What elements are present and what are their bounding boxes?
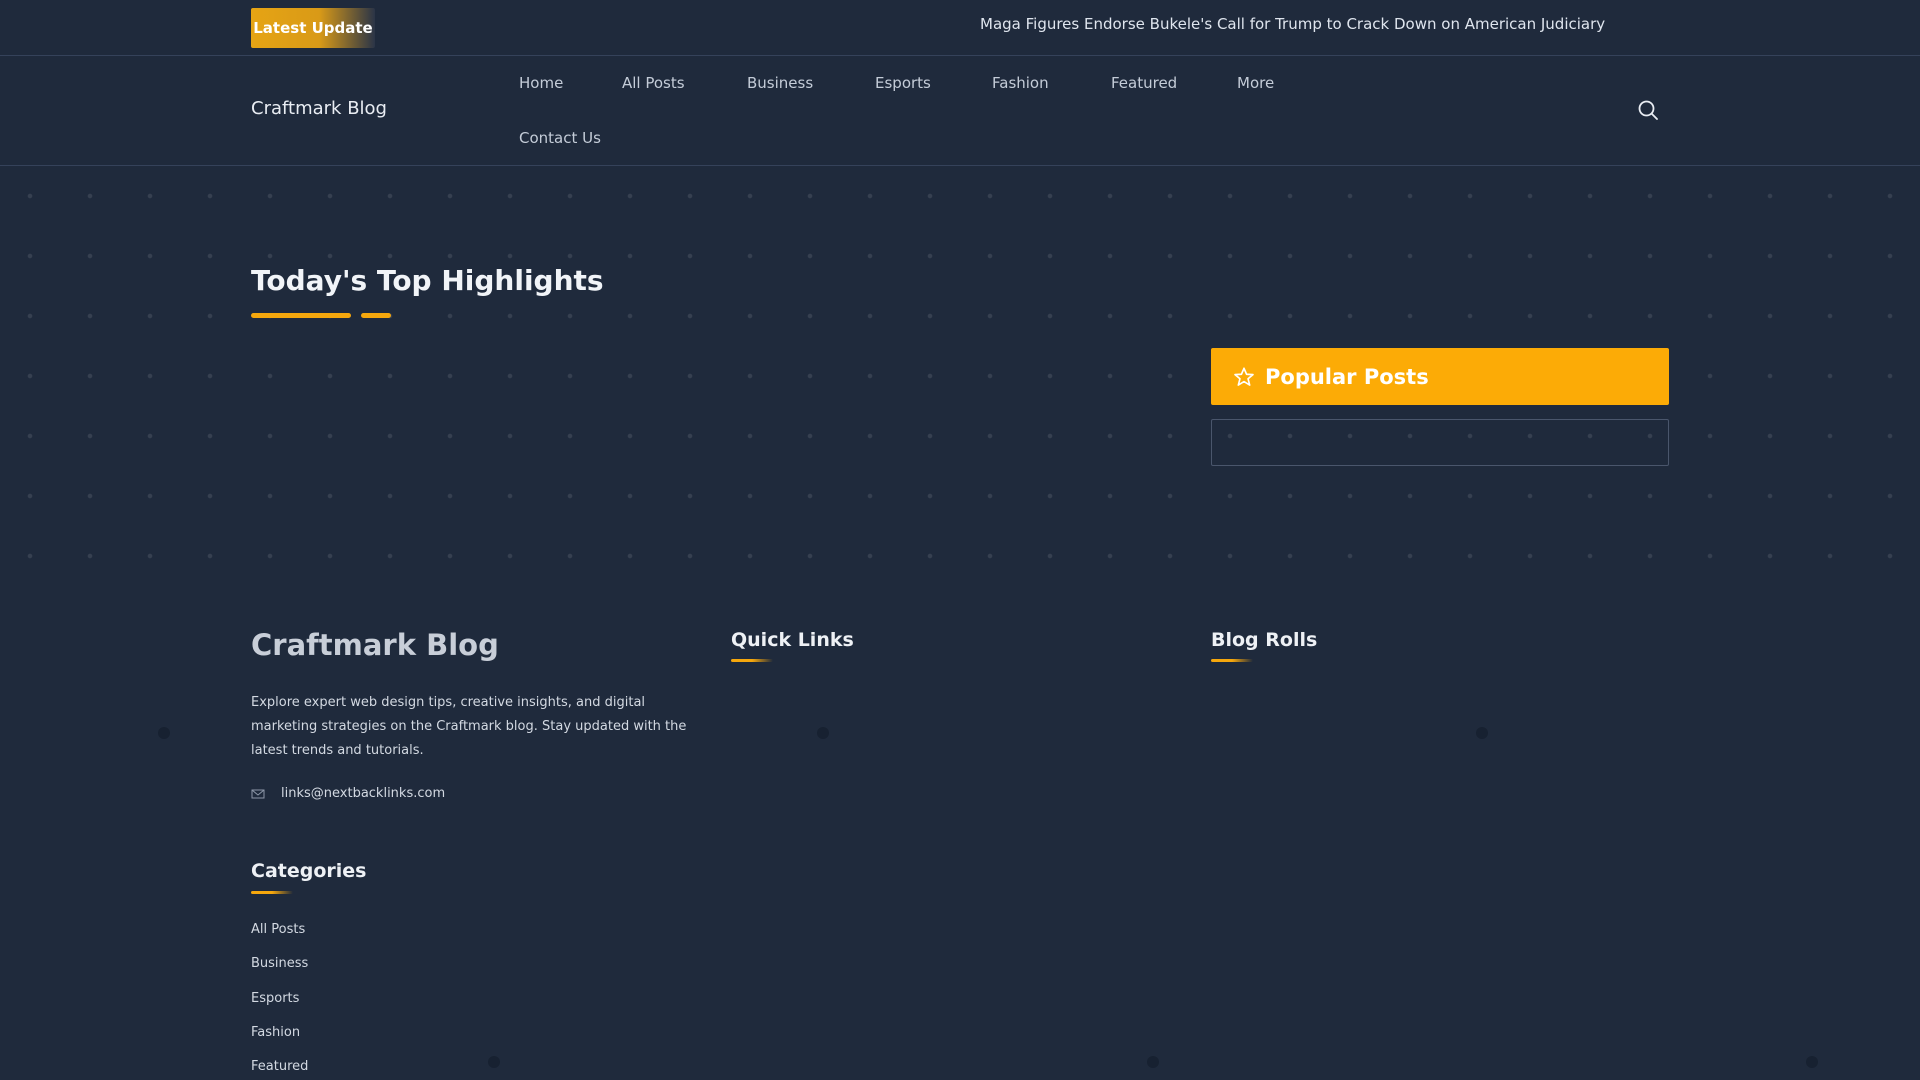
category-link-all-posts[interactable]: All Posts [251, 922, 305, 937]
nav-item-all-posts[interactable]: All Posts [622, 74, 685, 92]
envelope-icon [251, 789, 265, 798]
star-outline-icon [1234, 366, 1254, 386]
footer-brand[interactable]: Craftmark Blog [251, 628, 499, 662]
category-link-featured[interactable]: Featured [251, 1059, 308, 1074]
badge-word-update: Update [311, 19, 373, 37]
title-underline-short [361, 313, 391, 318]
category-link-esports[interactable]: Esports [251, 991, 299, 1006]
decorative-dot [158, 727, 170, 739]
badge-word-latest: Latest [253, 19, 307, 37]
nav-item-contact-us[interactable]: Contact Us [519, 129, 601, 147]
site-title[interactable]: Craftmark Blog [251, 98, 387, 119]
category-link-business[interactable]: Business [251, 956, 308, 971]
nav-item-more[interactable]: More [1237, 74, 1274, 92]
latest-update-badge: Latest Update [251, 8, 375, 48]
category-link-fashion[interactable]: Fashion [251, 1025, 300, 1040]
search-button[interactable] [1636, 98, 1660, 122]
title-underline-long [251, 313, 351, 318]
site-header: Craftmark Blog Home All Posts Business E… [0, 56, 1920, 166]
decorative-dot [1476, 727, 1488, 739]
nav-item-featured[interactable]: Featured [1111, 74, 1177, 92]
news-ticker-headline[interactable]: Maga Figures Endorse Bukele's Call for T… [980, 15, 1605, 33]
highlights-title: Today's Top Highlights [251, 264, 604, 297]
quick-links-underline [731, 659, 773, 662]
top-bar: Latest Update Maga Figures Endorse Bukel… [0, 0, 1920, 56]
categories-heading: Categories [251, 860, 367, 882]
nav-item-fashion[interactable]: Fashion [992, 74, 1049, 92]
search-icon [1638, 100, 1658, 120]
decorative-dot [1147, 1056, 1159, 1068]
decorative-dot [1806, 1056, 1818, 1068]
popular-posts-list [1211, 419, 1669, 466]
popular-posts-title: Popular Posts [1265, 364, 1429, 389]
footer-email-row[interactable]: links@nextbacklinks.com [251, 786, 445, 801]
popular-posts-header: Popular Posts [1211, 348, 1669, 405]
categories-underline [251, 891, 293, 894]
footer-email-link[interactable]: links@nextbacklinks.com [281, 786, 445, 801]
footer-description: Explore expert web design tips, creative… [251, 695, 687, 758]
quick-links-heading: Quick Links [731, 629, 854, 651]
blog-rolls-underline [1211, 659, 1253, 662]
nav-item-business[interactable]: Business [747, 74, 813, 92]
decorative-dot [817, 727, 829, 739]
nav-item-esports[interactable]: Esports [875, 74, 931, 92]
decorative-dot [488, 1056, 500, 1068]
blog-rolls-heading: Blog Rolls [1211, 629, 1318, 651]
nav-item-home[interactable]: Home [519, 74, 563, 92]
